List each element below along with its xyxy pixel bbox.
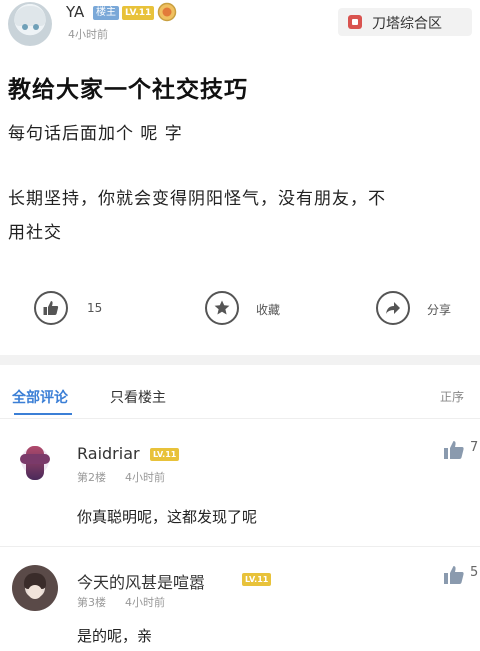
favorite-label[interactable]: 收藏 bbox=[256, 301, 280, 318]
share-arrow-icon bbox=[386, 302, 400, 314]
comment-like-count: 7 bbox=[470, 440, 479, 455]
commenter-name[interactable]: Raidriar bbox=[77, 444, 140, 463]
avatar-eye bbox=[33, 24, 39, 30]
level-badge: LV.11 bbox=[122, 6, 155, 20]
avatar-figure bbox=[28, 585, 42, 599]
avatar[interactable] bbox=[8, 2, 52, 46]
action-bar: 15 收藏 分享 bbox=[0, 285, 480, 333]
level-badge: LV.11 bbox=[242, 573, 272, 586]
post-body-line: 每句话后面加个 呢 字 bbox=[8, 124, 183, 144]
avatar-figure bbox=[20, 454, 50, 464]
post-title: 教给大家一个社交技巧 bbox=[8, 77, 248, 103]
comment-tabs: 全部评论 只看楼主 正序 bbox=[0, 375, 480, 419]
forum-icon bbox=[348, 15, 362, 29]
tab-underline bbox=[14, 413, 72, 415]
forum-label: 刀塔综合区 bbox=[372, 16, 442, 32]
comment-like-count: 5 bbox=[470, 565, 479, 580]
post-time: 4小时前 bbox=[68, 28, 108, 41]
favorite-button[interactable] bbox=[205, 291, 239, 325]
comment-text: 是的呢，亲 bbox=[77, 627, 153, 645]
commenter-name[interactable]: 今天的风甚是喧嚣 bbox=[77, 569, 205, 593]
forum-tag[interactable]: 刀塔综合区 bbox=[338, 8, 472, 36]
comment-time: 4小时前 bbox=[125, 471, 165, 484]
avatar-hair bbox=[14, 6, 46, 26]
author-name[interactable]: YA bbox=[66, 3, 84, 21]
tab-op-only[interactable]: 只看楼主 bbox=[110, 387, 166, 407]
floor-number: 第3楼 bbox=[77, 596, 106, 609]
comment-item: Raidriar LV.11 第2楼 4小时前 你真聪明呢，这都发现了呢 7 bbox=[0, 430, 480, 540]
post-header: YA 楼主 LV.11 4小时前 刀塔综合区 bbox=[0, 0, 480, 48]
tab-all-comments[interactable]: 全部评论 bbox=[12, 387, 68, 407]
comment-time: 4小时前 bbox=[125, 596, 165, 609]
sort-toggle[interactable]: 正序 bbox=[440, 388, 464, 405]
avatar-eye bbox=[22, 24, 28, 30]
post-body-line: 用社交 bbox=[8, 223, 62, 243]
avatar[interactable] bbox=[12, 565, 58, 611]
level-badge: LV.11 bbox=[150, 448, 180, 461]
op-badge: 楼主 bbox=[93, 6, 119, 20]
comment-divider bbox=[0, 546, 480, 547]
avatar[interactable] bbox=[12, 440, 58, 486]
comment-text: 你真聪明呢，这都发现了呢 bbox=[77, 508, 258, 526]
thumbs-up-icon[interactable] bbox=[443, 440, 465, 460]
like-count: 15 bbox=[87, 301, 103, 315]
floor-number: 第2楼 bbox=[77, 471, 106, 484]
share-button[interactable] bbox=[376, 291, 410, 325]
thumbs-up-icon bbox=[43, 301, 59, 315]
comment-item: 今天的风甚是喧嚣 LV.11 第3楼 4小时前 是的呢，亲 5 bbox=[0, 555, 480, 651]
thumbs-up-icon[interactable] bbox=[443, 565, 465, 585]
share-label[interactable]: 分享 bbox=[427, 301, 451, 318]
section-divider bbox=[0, 355, 480, 365]
star-icon bbox=[214, 300, 230, 315]
like-button[interactable] bbox=[34, 291, 68, 325]
medal-icon bbox=[157, 2, 177, 22]
post-body-line: 长期坚持，你就会变得阴阳怪气，没有朋友，不 bbox=[8, 189, 386, 209]
